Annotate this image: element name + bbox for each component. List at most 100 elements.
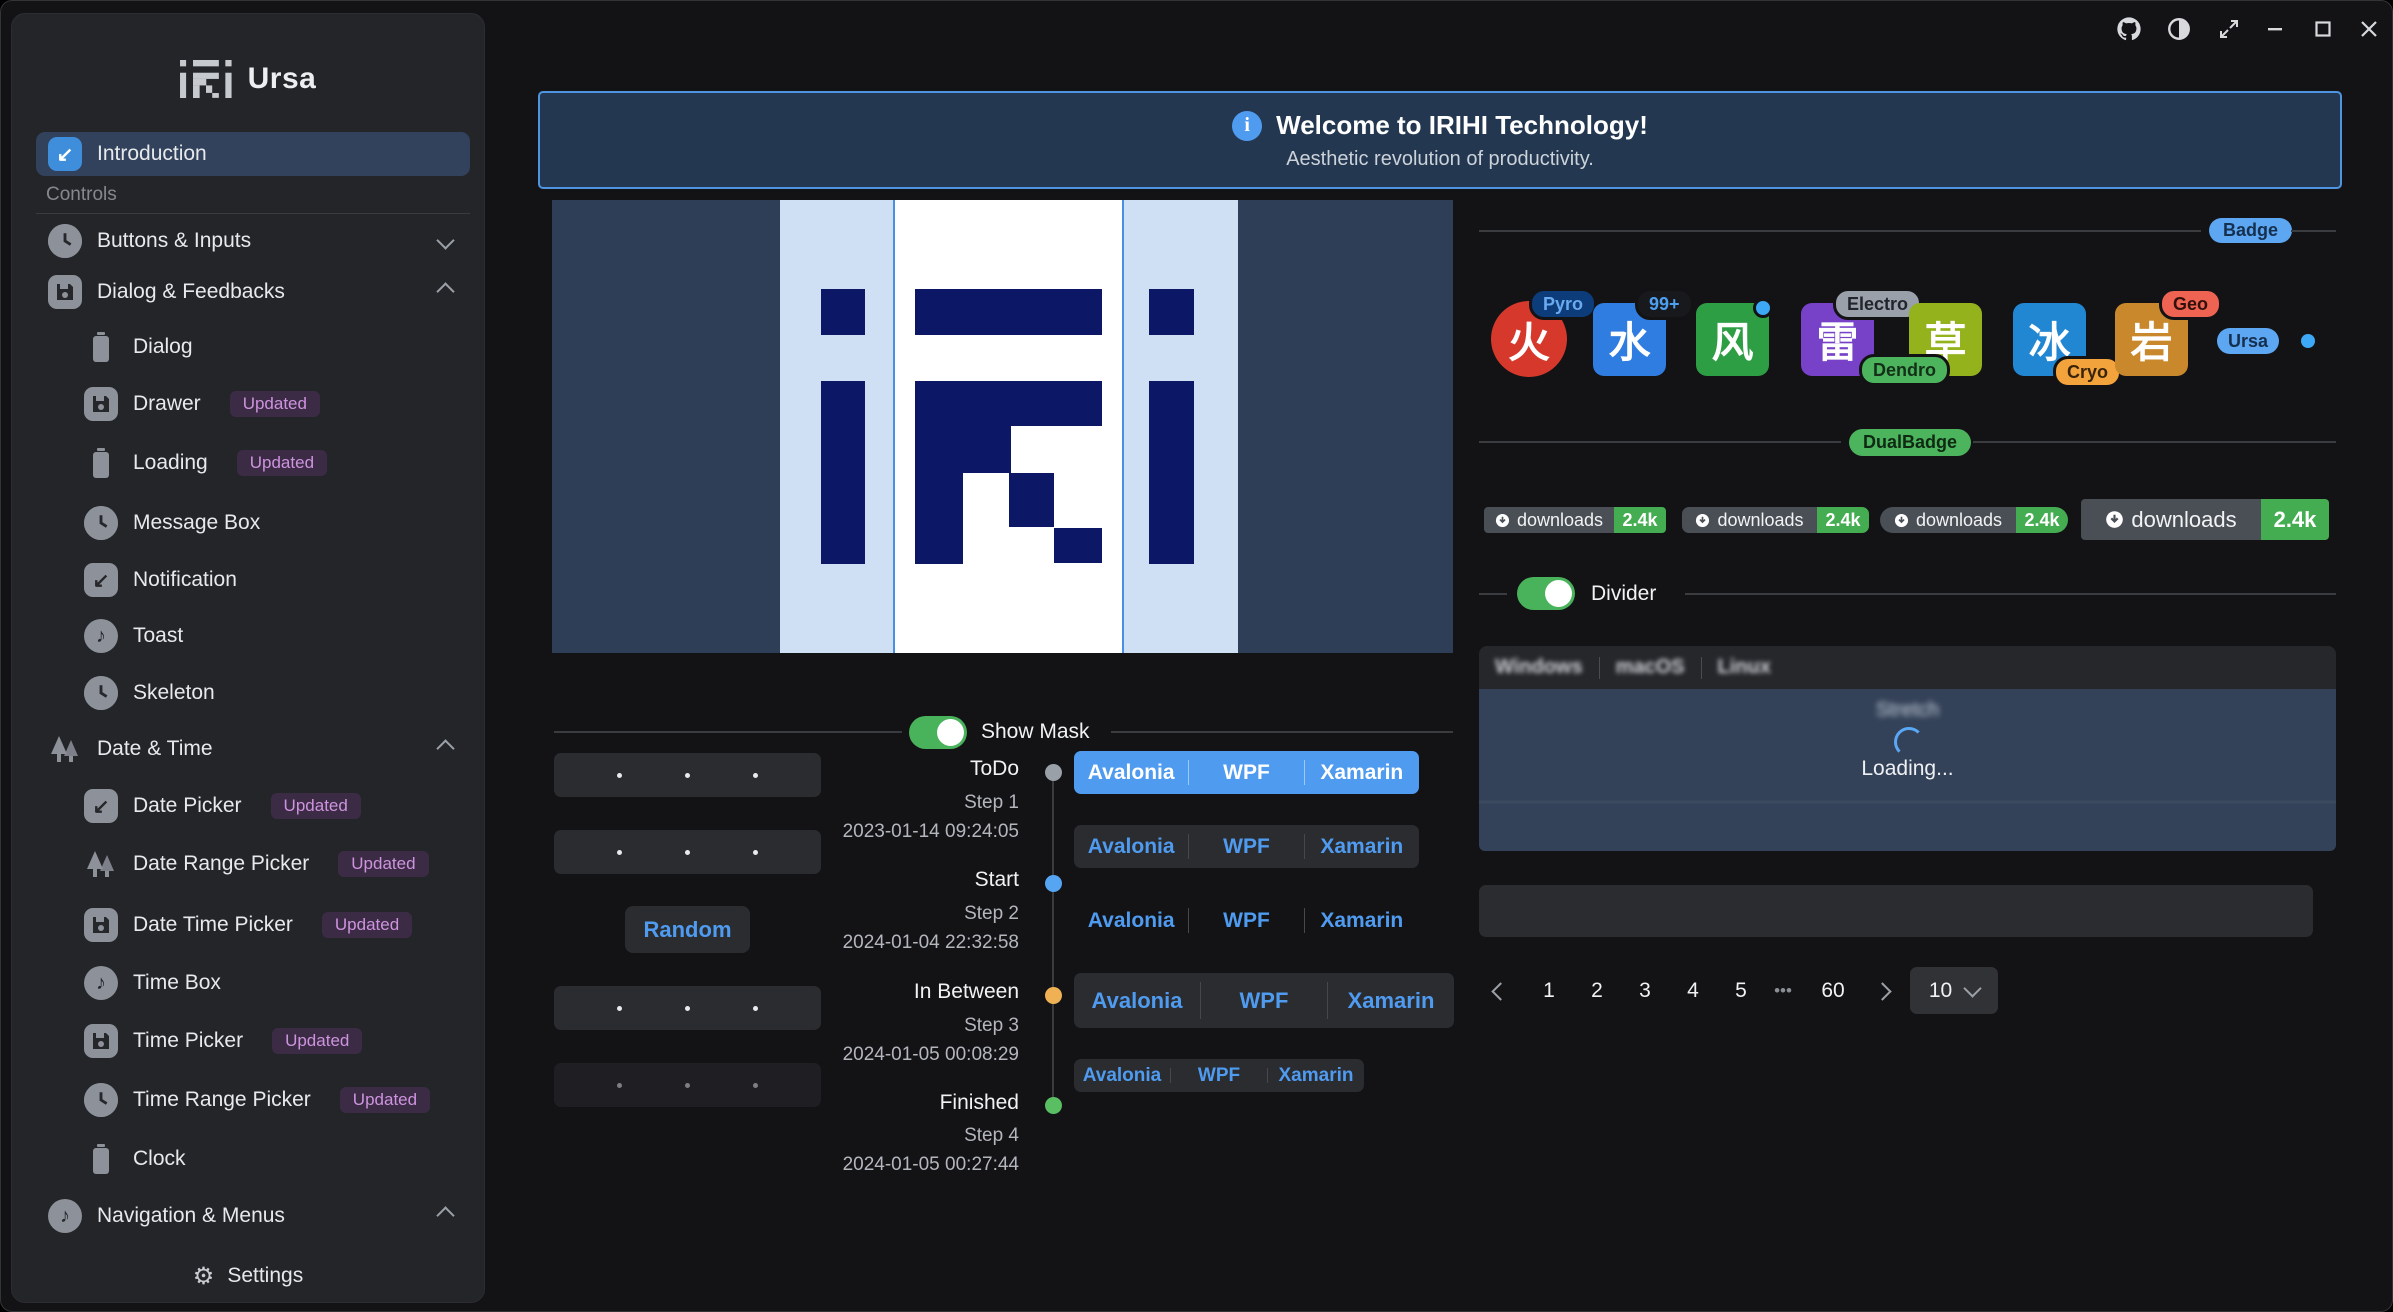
sidebar-item-buttons-inputs[interactable]: Buttons & Inputs	[36, 219, 470, 263]
divider-line	[2291, 230, 2336, 232]
button-wpf[interactable]: WPF	[1189, 825, 1303, 868]
divider-line	[1479, 230, 2201, 232]
toggle-knob	[937, 719, 964, 746]
timeline-dot	[1045, 875, 1062, 892]
settings-button[interactable]: ⚙ Settings	[12, 1250, 484, 1302]
pagination-page-1[interactable]: 1	[1535, 969, 1563, 1013]
timeline-step-subtitle: Step 4	[699, 1125, 1019, 1147]
chevron-down-icon	[1963, 979, 1981, 997]
show-mask-label: Show Mask	[981, 720, 1090, 744]
pagination-page-4[interactable]: 4	[1679, 969, 1707, 1013]
pagination-page-last[interactable]: 60	[1813, 969, 1853, 1013]
page-size-value: 10	[1929, 979, 1952, 1003]
sidebar-item-date-time-picker[interactable]: Date Time Picker Updated	[36, 903, 470, 947]
sidebar-item-label: Date Time Picker	[133, 913, 293, 937]
close-button[interactable]	[2353, 13, 2385, 45]
timeline-step-title: ToDo	[699, 757, 1019, 781]
badge-dot	[1753, 298, 1773, 318]
button-avalonia[interactable]: Avalonia	[1074, 825, 1188, 868]
updated-badge: Updated	[340, 1087, 430, 1113]
sidebar-item-skeleton[interactable]: Skeleton	[36, 671, 470, 715]
sidebar-item-message-box[interactable]: Message Box	[36, 501, 470, 545]
sidebar-item-navigation-menus[interactable]: ♪Navigation & Menus	[36, 1194, 470, 1238]
sidebar-item-label: Time Picker	[133, 1029, 243, 1053]
sidebar-item-dialog[interactable]: Dialog	[36, 325, 470, 369]
button-xamarin[interactable]: Xamarin	[1305, 825, 1419, 868]
timeline-step-title: Start	[699, 868, 1019, 892]
sidebar-item-clock[interactable]: Clock	[36, 1137, 470, 1181]
button-xamarin[interactable]: Xamarin	[1268, 1059, 1364, 1092]
maximize-button[interactable]	[2307, 13, 2339, 45]
updated-badge: Updated	[237, 450, 327, 476]
button-avalonia[interactable]: Avalonia	[1074, 751, 1188, 794]
sidebar-item-dialog-feedbacks[interactable]: Dialog & Feedbacks	[36, 270, 470, 314]
button-wpf[interactable]: WPF	[1189, 751, 1303, 794]
sidebar-item-loading[interactable]: Loading Updated	[36, 441, 470, 485]
pagination-page-3[interactable]: 3	[1631, 969, 1659, 1013]
show-mask-toggle[interactable]	[909, 716, 967, 749]
divider-toggle-label: Divider	[1591, 582, 1656, 606]
button-wpf[interactable]: WPF	[1189, 899, 1303, 942]
button-avalonia[interactable]: Avalonia	[1074, 973, 1200, 1028]
button-wpf[interactable]: WPF	[1171, 1059, 1267, 1092]
pagination-next-button[interactable]	[1869, 969, 1895, 1013]
minimize-button[interactable]	[2259, 13, 2291, 45]
sidebar-item-toast[interactable]: ♪Toast	[36, 614, 470, 658]
button-wpf[interactable]: WPF	[1201, 973, 1327, 1028]
sidebar-item-introduction[interactable]: ↙Introduction	[36, 132, 470, 176]
sidebar-item-time-picker[interactable]: Time PickerUpdated	[36, 1019, 470, 1063]
sidebar-item-drawer[interactable]: DrawerUpdated	[36, 382, 470, 426]
sidebar-item-label: Date Range Picker	[133, 852, 309, 876]
github-button[interactable]	[2113, 13, 2145, 45]
timeline-step-time: 2024-01-04 22:32:58	[699, 932, 1019, 954]
chevron-up-icon	[439, 280, 452, 304]
button-xamarin[interactable]: Xamarin	[1305, 751, 1419, 794]
sidebar-item-time-box[interactable]: ♪Time Box	[36, 961, 470, 1005]
github-icon	[2115, 15, 2143, 43]
divider-line	[1479, 441, 1841, 443]
updated-badge: Updated	[322, 912, 412, 938]
button-xamarin[interactable]: Xamarin	[1305, 899, 1419, 942]
pagination-page-5[interactable]: 5	[1727, 969, 1755, 1013]
empty-input[interactable]	[1479, 885, 2313, 937]
sidebar-item-time-range-picker[interactable]: Time Range Picker Updated	[36, 1078, 470, 1122]
settings-label: Settings	[227, 1264, 303, 1288]
button-group-dark-small: AvaloniaWPFXamarin	[1074, 1059, 1364, 1092]
sidebar-item-date-picker[interactable]: ↙Date PickerUpdated	[36, 784, 470, 828]
updated-badge: Updated	[230, 391, 320, 417]
battery-icon	[84, 1142, 118, 1176]
theme-toggle-button[interactable]	[2163, 13, 2195, 45]
button-avalonia[interactable]: Avalonia	[1074, 899, 1188, 942]
theme-toggle-icon	[2166, 16, 2192, 42]
arrow-square-icon: ↙	[84, 789, 118, 823]
button-group-solid: AvaloniaWPFXamarin	[1074, 751, 1419, 794]
download-icon	[1695, 513, 1710, 528]
sidebar-item-date-time[interactable]: Date & Time	[36, 727, 470, 771]
music-note-icon: ♪	[84, 619, 118, 653]
fullscreen-button[interactable]	[2213, 13, 2245, 45]
sidebar-item-date-range-picker[interactable]: Date Range PickerUpdated	[36, 842, 470, 886]
sidebar-item-notification[interactable]: ↙Notification	[36, 558, 470, 602]
divider-toggle[interactable]	[1517, 577, 1575, 610]
tab-macos[interactable]: macOS	[1600, 656, 1701, 679]
button-avalonia[interactable]: Avalonia	[1074, 1059, 1170, 1092]
tab-windows[interactable]: Windows	[1479, 656, 1599, 679]
sidebar-item-label: Message Box	[133, 511, 260, 535]
clock-icon	[84, 676, 118, 710]
floppy-icon	[84, 908, 118, 942]
music-note-icon: ♪	[84, 966, 118, 1000]
button-xamarin[interactable]: Xamarin	[1328, 973, 1454, 1028]
sidebar-item-label: Time Range Picker	[133, 1088, 311, 1112]
pagination-prev-button[interactable]	[1487, 969, 1513, 1013]
downloads-count: 2.4k	[1817, 507, 1869, 533]
panel-divider	[1479, 801, 2336, 803]
timeline-step-subtitle: Step 3	[699, 1015, 1019, 1037]
sidebar-item-label: Loading	[133, 451, 208, 475]
downloads-count: 2.4k	[1614, 507, 1666, 533]
page-size-select[interactable]: 10	[1910, 967, 1998, 1014]
downloads-label: downloads	[2081, 499, 2261, 540]
tab-linux[interactable]: Linux	[1702, 656, 1787, 679]
maximize-icon	[2311, 17, 2335, 41]
downloads-badge: downloads2.4k	[1880, 507, 2068, 533]
pagination-page-2[interactable]: 2	[1583, 969, 1611, 1013]
